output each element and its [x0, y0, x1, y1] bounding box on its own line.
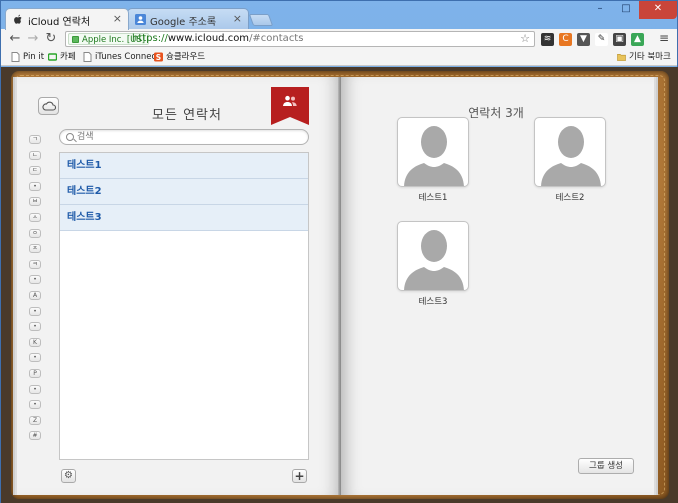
bookmark-star-icon[interactable]: ☆ — [520, 32, 530, 45]
screenshot-extension-icon[interactable]: ▣ — [613, 33, 626, 46]
contact-card-name: 테스트2 — [555, 193, 585, 203]
pocket-extension-icon[interactable]: ▼ — [577, 33, 590, 46]
page-content: 모든 연락처 ㄱㄴㄷ • ㅂㅅㅇㅈㅋ • A • • K • P • • Z # 테스트1 테스트2 테스… — [1, 67, 678, 503]
index-tab[interactable]: A — [29, 291, 41, 300]
close-window-button[interactable]: ✕ — [639, 1, 677, 19]
address-bar[interactable]: Apple Inc. [US] https://www.icloud.com/#… — [65, 31, 535, 47]
index-tab[interactable]: ㄷ — [29, 166, 41, 176]
contact-list: 테스트1 테스트2 테스트3 — [59, 152, 309, 460]
close-tab-icon[interactable]: × — [233, 12, 242, 25]
browser-window: iCloud 연락처 × Google 주소록 × – □ ✕ ← → ↻ Ap… — [0, 0, 678, 503]
search-input[interactable] — [77, 131, 297, 143]
avatar — [534, 117, 606, 187]
minimize-button[interactable]: – — [587, 1, 613, 19]
person-silhouette-icon — [404, 230, 464, 290]
create-group-button[interactable]: 그룹 생성 — [578, 458, 634, 474]
google-contacts-icon — [135, 14, 146, 25]
layers-extension-icon[interactable]: ≋ — [541, 33, 554, 46]
index-tab[interactable]: • — [29, 400, 41, 410]
contact-card-name: 테스트3 — [418, 297, 448, 307]
cafe-icon — [48, 53, 57, 61]
bookmarks-bar: Pin it 카페 iTunes Connect S 슝클라우드 기타 북마크 — [1, 49, 677, 66]
bookmark-cloud-app[interactable]: S 슝클라우드 — [154, 51, 205, 63]
bookmark-cafe[interactable]: 카페 — [48, 51, 76, 63]
index-tab[interactable]: ㄱ — [29, 135, 41, 144]
svg-text:S: S — [156, 53, 161, 62]
index-tab[interactable]: • — [29, 353, 41, 363]
contact-row-test2[interactable]: 테스트2 — [60, 179, 308, 205]
reload-icon[interactable]: ↻ — [43, 31, 59, 47]
contact-card-test1[interactable]: 테스트1 — [397, 117, 469, 203]
other-bookmarks-folder[interactable]: 기타 북마크 — [617, 51, 671, 63]
settings-gear-icon[interactable]: ⚙ — [61, 469, 76, 483]
groups-ribbon-button[interactable] — [271, 87, 309, 125]
index-tab[interactable]: • — [29, 322, 41, 332]
avatar — [397, 221, 469, 291]
forward-icon[interactable]: → — [25, 31, 41, 47]
contact-cards-page: 연락처 3개 테스트1 테스트2 테스트3 그룹 생성 — [341, 77, 654, 495]
contact-search[interactable] — [59, 129, 309, 145]
index-tab[interactable]: • — [29, 181, 41, 191]
add-contact-button[interactable]: + — [292, 469, 307, 483]
contact-row-test3[interactable]: 테스트3 — [60, 205, 308, 231]
index-tab[interactable]: K — [29, 337, 41, 347]
index-tab[interactable]: ㅈ — [29, 244, 41, 254]
index-tab[interactable]: • — [29, 306, 41, 316]
tab-label: Google 주소록 — [150, 17, 217, 28]
index-tab[interactable]: ㅇ — [29, 228, 41, 238]
tab-google-contacts[interactable]: Google 주소록 × — [127, 8, 249, 30]
index-tab[interactable]: • — [29, 384, 41, 394]
bookmark-label: 기타 북마크 — [629, 52, 671, 62]
apple-icon — [14, 14, 22, 24]
index-tab[interactable]: Z — [29, 415, 41, 425]
maximize-button[interactable]: □ — [613, 1, 639, 19]
close-tab-icon[interactable]: × — [113, 12, 122, 25]
index-tab[interactable]: ㅂ — [29, 197, 41, 207]
back-icon[interactable]: ← — [7, 31, 23, 47]
menu-icon[interactable]: ≡ — [659, 31, 669, 45]
url-text: https://www.icloud.com/#contacts — [132, 33, 303, 45]
url-host: www.icloud.com — [167, 33, 250, 44]
tab-strip: iCloud 연락처 × Google 주소록 × – □ ✕ — [1, 1, 677, 30]
index-tab[interactable]: ㄴ — [29, 150, 41, 160]
url-path: /#contacts — [249, 33, 304, 44]
page-icon — [11, 52, 20, 62]
bookmark-pin-it[interactable]: Pin it — [11, 51, 44, 63]
contact-card-test2[interactable]: 테스트2 — [534, 117, 606, 203]
contact-card-test3[interactable]: 테스트3 — [397, 221, 469, 307]
index-tab[interactable]: # — [29, 431, 41, 441]
contacts-group-icon — [283, 95, 297, 106]
s-app-icon: S — [154, 52, 163, 62]
browser-toolbar: ← → ↻ Apple Inc. [US] https://www.icloud… — [1, 29, 677, 49]
tab-label: iCloud 연락처 — [28, 17, 91, 28]
avatar — [397, 117, 469, 187]
bookmark-itunes-connect[interactable]: iTunes Connect — [83, 51, 160, 63]
index-tab[interactable]: ㅅ — [29, 213, 41, 222]
bookmark-label: 카페 — [60, 52, 76, 62]
url-scheme: https:// — [132, 33, 168, 44]
contact-list-page: 모든 연락처 ㄱㄴㄷ • ㅂㅅㅇㅈㅋ • A • • K • P • • Z # 테스트1 테스트2 테스… — [17, 77, 340, 495]
index-tab[interactable]: ㅋ — [29, 259, 41, 269]
person-silhouette-icon — [541, 126, 601, 186]
contact-row-test1[interactable]: 테스트1 — [60, 153, 308, 179]
search-icon — [66, 133, 74, 141]
bookmark-label: Pin it — [23, 52, 45, 62]
new-tab-button[interactable] — [248, 14, 274, 26]
icloud-cloud-button[interactable] — [38, 97, 59, 115]
index-tab[interactable]: P — [29, 369, 41, 378]
bookmark-label: iTunes Connect — [95, 52, 160, 62]
page-icon — [83, 52, 92, 62]
tab-icloud-contacts[interactable]: iCloud 연락처 × — [5, 8, 129, 30]
bookmark-label: 슝클라우드 — [166, 52, 206, 62]
folder-icon — [617, 54, 626, 61]
index-tab[interactable]: • — [29, 275, 41, 285]
c-extension-icon[interactable]: C — [559, 33, 572, 46]
cloud-icon — [42, 101, 56, 111]
drive-extension-icon[interactable]: ▲ — [631, 33, 644, 46]
person-silhouette-icon — [404, 126, 464, 186]
all-contacts-title: 모든 연락처 — [152, 108, 222, 123]
feather-extension-icon[interactable]: ✎ — [595, 33, 608, 46]
lock-icon — [72, 36, 79, 43]
contact-card-name: 테스트1 — [418, 193, 448, 203]
